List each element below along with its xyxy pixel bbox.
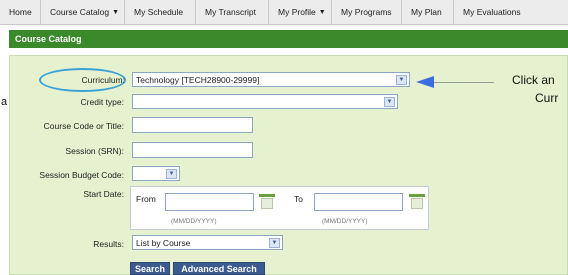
tab-my-profile-label: My Profile <box>278 7 316 17</box>
start-date-from-input[interactable] <box>165 193 254 211</box>
tab-my-programs-label: My Programs <box>341 7 392 17</box>
tab-home[interactable]: Home <box>0 0 41 24</box>
tab-my-programs[interactable]: My Programs <box>332 0 402 24</box>
chevron-down-icon: ▼ <box>269 238 280 248</box>
calendar-icon[interactable] <box>259 194 275 210</box>
to-label: To <box>294 194 303 204</box>
arrow-left-icon <box>416 76 434 88</box>
chevron-down-icon: ▼ <box>396 75 407 85</box>
chevron-down-icon: ▼ <box>112 8 119 16</box>
session-srn-label: Session (SRN): <box>65 146 124 156</box>
tab-my-transcript[interactable]: My Transcript <box>196 0 269 24</box>
annotation-line-1: Click an <box>512 73 555 87</box>
course-code-input[interactable] <box>132 117 253 133</box>
budget-code-label: Session Budget Code: <box>39 170 124 180</box>
calendar-icon-bar <box>259 194 275 197</box>
annotation-fragment: a <box>1 96 8 108</box>
tab-course-catalog[interactable]: Course Catalog ▼ <box>41 0 125 24</box>
course-code-label: Course Code or Title: <box>43 121 124 131</box>
session-srn-input[interactable] <box>132 142 253 158</box>
tab-my-evaluations-label: My Evaluations <box>463 7 521 17</box>
top-nav: Home Course Catalog ▼ My Schedule My Tra… <box>0 0 568 25</box>
page-title: Course Catalog <box>15 34 82 44</box>
to-date-format-hint: (MM/DD/YYYY) <box>322 218 368 225</box>
from-label: From <box>136 194 156 204</box>
annotation-line <box>434 82 494 83</box>
page-title-bar: Course Catalog <box>9 30 568 48</box>
from-date-format-hint: (MM/DD/YYYY) <box>171 218 217 225</box>
credit-type-select[interactable]: ▼ <box>132 94 398 109</box>
credit-type-label: Credit type: <box>80 97 124 107</box>
tab-my-profile[interactable]: My Profile ▼ <box>269 0 332 24</box>
calendar-icon-body <box>261 198 273 209</box>
results-select[interactable]: List by Course ▼ <box>132 235 283 250</box>
chevron-down-icon: ▼ <box>384 97 395 107</box>
start-date-to-input[interactable] <box>314 193 403 211</box>
tab-course-catalog-label: Course Catalog <box>50 7 110 17</box>
curriculum-value: Technology [TECH28900-29999] <box>136 74 260 85</box>
calendar-icon-bar <box>409 194 425 197</box>
curriculum-select[interactable]: Technology [TECH28900-29999] ▼ <box>132 72 410 87</box>
tab-home-label: Home <box>9 7 32 17</box>
tab-my-plan-label: My Plan <box>411 7 442 17</box>
chevron-down-icon: ▼ <box>166 169 177 179</box>
search-button[interactable]: Search <box>130 262 170 275</box>
tab-my-schedule-label: My Schedule <box>134 7 184 17</box>
results-label: Results: <box>93 239 124 249</box>
tab-my-evaluations[interactable]: My Evaluations <box>454 0 568 24</box>
tab-my-schedule[interactable]: My Schedule <box>125 0 196 24</box>
calendar-icon-body <box>411 198 423 209</box>
calendar-icon[interactable] <box>409 194 425 210</box>
chevron-down-icon: ▼ <box>318 8 326 16</box>
annotation-line-2: Curr <box>535 91 559 105</box>
tab-my-plan[interactable]: My Plan <box>402 0 454 24</box>
results-value: List by Course <box>136 237 191 248</box>
budget-code-select[interactable]: ▼ <box>132 166 180 181</box>
start-date-label: Start Date: <box>83 189 124 199</box>
advanced-search-button[interactable]: Advanced Search <box>173 262 265 275</box>
tab-my-transcript-label: My Transcript <box>205 7 257 17</box>
curriculum-label: Curriculum: <box>81 75 125 85</box>
